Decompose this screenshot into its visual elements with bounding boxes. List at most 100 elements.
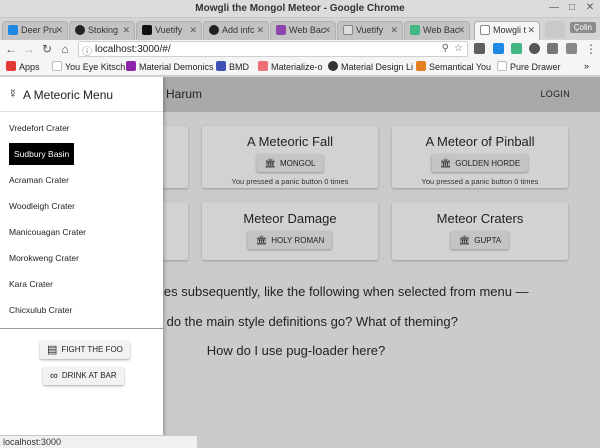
vue-devtools-icon[interactable] — [511, 43, 522, 54]
page-icon — [343, 25, 353, 35]
bookmarks-overflow-icon[interactable]: » — [584, 61, 589, 71]
browser-tab[interactable]: Vuetify ✕ — [337, 21, 403, 40]
menu-item-manicouagan[interactable]: Manicouagan Crater — [9, 221, 91, 243]
menu-item-woodleigh[interactable]: Woodleigh Crater — [9, 195, 80, 217]
tab-label: Vuetify — [356, 25, 384, 35]
bookmark-label: Materialize-o — [271, 62, 323, 72]
tab-label: Deer Pru — [21, 25, 57, 35]
bookmark-item[interactable]: Pure Drawer — [497, 61, 561, 72]
semantic-icon — [416, 61, 426, 71]
button-label: DRINK AT BAR — [61, 371, 117, 380]
bookmarks-bar: Apps You Eye Kitsch Material Demonics BM… — [0, 58, 600, 76]
browser-toolbar: ← → ↻ ⌂ ⓘ localhost:3000/#/ ⚲ ☆ ⋮ — [0, 40, 600, 58]
extension-icon[interactable] — [547, 43, 558, 54]
reload-icon[interactable]: ↻ — [40, 42, 54, 56]
address-bar[interactable]: ⓘ localhost:3000/#/ ⚲ ☆ — [78, 41, 468, 58]
webpack-icon — [276, 25, 286, 35]
browser-tab[interactable]: Stoking ✕ — [69, 21, 135, 40]
fight-the-foo-button[interactable]: ▤ FIGHT THE FOO — [40, 341, 130, 359]
bookmark-label: BMD — [229, 62, 249, 72]
menu-item-chicxulub[interactable]: Chicxulub Crater — [9, 299, 77, 321]
browser-tab-active[interactable]: Mowgli t ✕ — [474, 21, 540, 41]
bookmark-item[interactable]: BMD — [216, 61, 249, 72]
menu-item-kara[interactable]: Kara Crater — [9, 273, 58, 295]
extension-icon[interactable] — [566, 43, 577, 54]
tab-close-icon[interactable]: ✕ — [122, 25, 130, 36]
apps-grid-icon — [6, 61, 16, 71]
zoom-icon[interactable]: ⚲ — [442, 43, 449, 54]
tab-label: Web Bac — [423, 25, 459, 35]
medium-icon — [142, 25, 152, 35]
page-icon — [497, 61, 507, 71]
card-meteor-damage: Meteor Damage 🏛 HOLY ROMAN — [202, 202, 378, 260]
menu-item-morokweng[interactable]: Morokweng Crater — [9, 247, 84, 269]
bookmark-star-icon[interactable]: ☆ — [454, 43, 463, 54]
holy-roman-button[interactable]: 🏛 HOLY ROMAN — [247, 231, 333, 249]
tab-label: Web Bac — [289, 25, 325, 35]
github-icon — [75, 25, 85, 35]
close-icon[interactable]: ✕ — [584, 2, 596, 14]
forward-icon[interactable]: → — [22, 42, 36, 56]
bookmark-item[interactable]: Materialize-o — [258, 61, 323, 72]
tab-close-icon[interactable]: ✕ — [390, 25, 398, 36]
button-label: MONGOL — [279, 159, 316, 168]
tab-close-icon[interactable]: ✕ — [323, 25, 331, 36]
github-icon — [328, 61, 338, 71]
button-label: GOLDEN HORDE — [455, 159, 521, 168]
vuetify-extension-icon[interactable] — [493, 43, 504, 54]
bookmark-item[interactable]: You Eye Kitsch — [52, 61, 125, 72]
app-title: Harum — [166, 87, 203, 101]
maximize-icon[interactable]: □ — [566, 2, 578, 14]
minimize-icon[interactable]: — — [548, 2, 560, 14]
tab-close-icon[interactable]: ✕ — [527, 25, 535, 36]
info-icon[interactable]: ⓘ — [82, 43, 92, 58]
back-icon[interactable]: ← — [4, 42, 18, 56]
drink-at-bar-button[interactable]: ∞ DRINK AT BAR — [43, 367, 124, 385]
mercury-icon: ☿ — [8, 86, 18, 101]
menu-kebab-icon[interactable]: ⋮ — [584, 42, 598, 56]
tab-label: Add infc — [222, 25, 255, 35]
bookmark-item[interactable]: Material Design Li — [328, 61, 413, 72]
bookmark-label: You Eye Kitsch — [65, 62, 126, 72]
bootstrap-icon — [216, 61, 226, 71]
tab-strip: Deer Pru ✕ Stoking ✕ Vuetify ✕ Add infc ✕ We… — [0, 18, 600, 41]
browser-tab[interactable]: Add infc ✕ — [203, 21, 269, 40]
tab-label: Vuetify — [155, 25, 183, 35]
bookmark-apps[interactable]: Apps — [6, 61, 40, 72]
mongol-button[interactable]: 🏛 MONGOL — [256, 154, 324, 172]
extension-icon[interactable] — [474, 43, 485, 54]
menu-item-acraman[interactable]: Acraman Crater — [9, 169, 74, 191]
profile-button[interactable]: Çolin — [569, 22, 596, 33]
tab-label: Mowgli t — [493, 25, 527, 35]
menu-item-sudbury[interactable]: Sudbury Basin — [9, 143, 75, 165]
status-url-bubble: localhost:3000 — [0, 435, 198, 448]
browser-tab[interactable]: Vuetify ✕ — [136, 21, 202, 40]
button-label: HOLY ROMAN — [271, 236, 325, 245]
extension-icon[interactable] — [529, 43, 540, 54]
browser-tab[interactable]: Web Bac ✕ — [270, 21, 336, 40]
bookmark-item[interactable]: Semantical You — [416, 61, 491, 72]
button-label: FIGHT THE FOO — [61, 345, 123, 354]
login-button[interactable]: LOGIN — [540, 89, 570, 99]
card-meteoric-fall: A Meteoric Fall 🏛 MONGOL You pressed a pa… — [202, 126, 378, 188]
new-tab-button[interactable] — [545, 21, 565, 38]
tab-close-icon[interactable]: ✕ — [256, 25, 264, 36]
menu-item-vredefort[interactable]: Vredefort Crater — [9, 117, 75, 139]
tab-close-icon[interactable]: ✕ — [457, 25, 465, 36]
home-icon[interactable]: ⌂ — [58, 42, 72, 56]
golden-horde-button[interactable]: 🏛 GOLDEN HORDE — [431, 154, 529, 172]
drawer-title: A Meteoric Menu — [23, 88, 114, 102]
vue-icon — [410, 25, 420, 35]
card-title: Meteor Damage — [243, 211, 337, 226]
browser-tab[interactable]: Web Bac ✕ — [404, 21, 470, 40]
navigation-drawer: ☿ A Meteoric Menu Vredefort Crater Sudbu… — [0, 77, 163, 448]
bookmark-item[interactable]: Material Demonics — [126, 61, 214, 72]
drawer-header: ☿ A Meteoric Menu — [0, 77, 163, 112]
address-url[interactable]: localhost:3000/#/ — [95, 44, 171, 55]
tab-close-icon[interactable]: ✕ — [189, 25, 197, 36]
browser-tab[interactable]: Deer Pru ✕ — [2, 21, 68, 40]
tab-close-icon[interactable]: ✕ — [55, 25, 63, 36]
gupta-button[interactable]: 🏛 GUPTA — [450, 231, 510, 249]
bank-icon: 🏛 — [264, 158, 276, 168]
bank-icon: 🏛 — [255, 235, 268, 245]
